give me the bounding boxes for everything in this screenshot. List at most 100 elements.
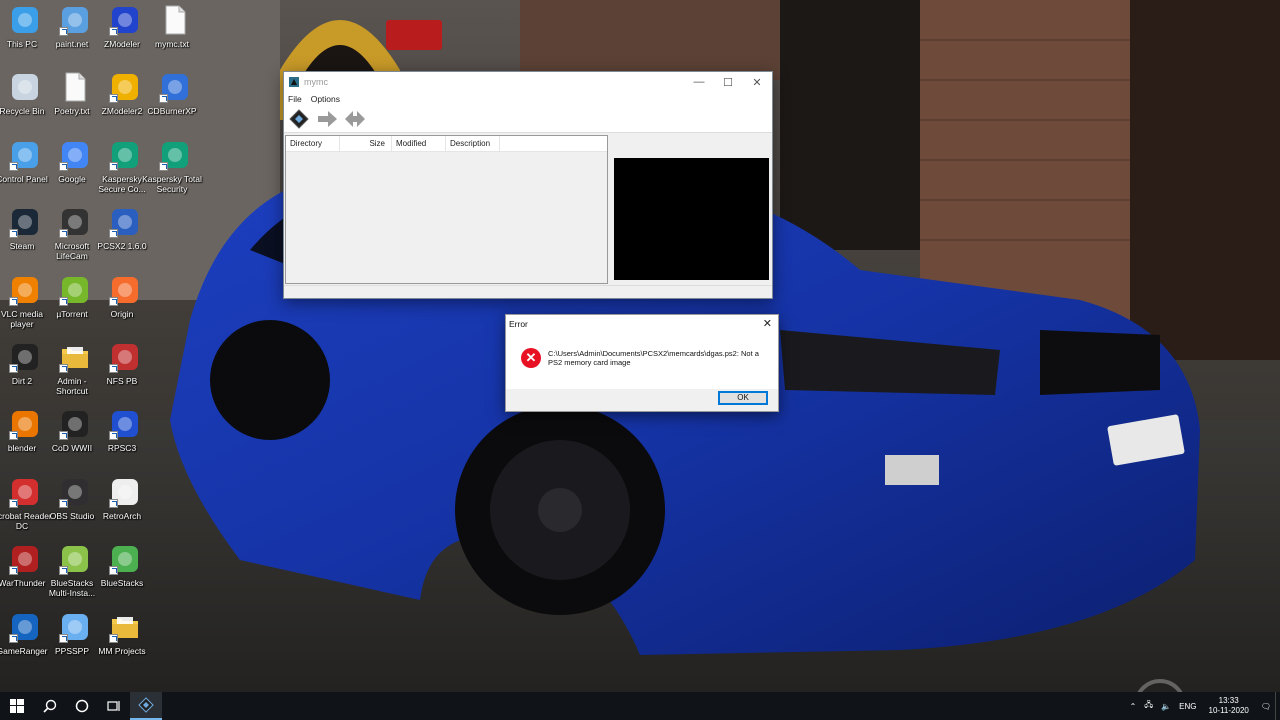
ppsspp-icon xyxy=(59,611,91,643)
desktop-icon[interactable]: CDBurnerXP xyxy=(147,67,200,131)
shortcut-arrow-icon xyxy=(109,566,118,575)
desktop-icon[interactable]: mymc.txt xyxy=(150,0,200,64)
shortcut-arrow-icon xyxy=(9,229,18,238)
cortana-button[interactable] xyxy=(66,692,98,720)
save-list[interactable]: Directory Size Modified Description xyxy=(285,135,608,284)
language-indicator[interactable]: ENG xyxy=(1179,702,1196,711)
volume-icon[interactable]: 🔈 xyxy=(1161,702,1171,711)
desktop-icon[interactable]: Control Panel xyxy=(0,135,50,199)
icon-preview-panel xyxy=(614,158,769,280)
desktop-icon[interactable]: MM Projects xyxy=(98,607,150,671)
mymc-toolbar xyxy=(284,106,772,133)
desktop-icon[interactable]: Kaspersky Total Security xyxy=(142,135,202,199)
import-button[interactable] xyxy=(315,108,339,130)
kaspersky-icon xyxy=(159,139,191,171)
clock-time: 13:33 xyxy=(1218,696,1239,705)
desktop-icon[interactable]: RetroArch xyxy=(100,472,150,536)
desktop-icon[interactable]: Admin - Shortcut xyxy=(50,337,100,401)
column-directory[interactable]: Directory xyxy=(286,136,340,151)
shortcut-arrow-icon xyxy=(109,499,118,508)
desktop-icon[interactable]: This PC xyxy=(0,0,50,64)
notification-icon[interactable]: 🗨 xyxy=(1261,702,1271,711)
shortcut-arrow-icon xyxy=(59,162,68,171)
desktop-icon[interactable]: blender xyxy=(0,404,50,468)
menu-options[interactable]: Options xyxy=(311,94,340,104)
desktop-icon[interactable]: ZModeler2 xyxy=(100,67,150,131)
shortcut-arrow-icon xyxy=(109,297,118,306)
dirt2-icon xyxy=(9,341,41,373)
taskbar-mymc-app[interactable] xyxy=(130,692,162,720)
shortcut-arrow-icon xyxy=(109,229,118,238)
column-modified[interactable]: Modified xyxy=(392,136,446,151)
desktop-icon[interactable]: NFS PB xyxy=(100,337,150,401)
desktop-icon-label: BlueStacks xyxy=(100,578,144,588)
error-dialog-titlebar[interactable]: Error ✕ xyxy=(506,315,778,333)
cod-icon xyxy=(59,408,91,440)
cortana-icon xyxy=(75,699,89,713)
desktop-icon-label: RetroArch xyxy=(102,511,142,521)
start-button[interactable] xyxy=(0,692,34,720)
search-button[interactable] xyxy=(34,692,66,720)
vlc-icon xyxy=(9,274,41,306)
recycle-bin-icon xyxy=(9,71,41,103)
minimize-button[interactable]: — xyxy=(684,72,714,92)
dialog-close-button[interactable]: ✕ xyxy=(763,317,772,330)
mymc-app-icon xyxy=(138,697,154,713)
search-icon xyxy=(43,699,57,713)
clock[interactable]: 13:33 10-11-2020 xyxy=(1209,696,1249,716)
desktop-icon[interactable]: Poetry.txt xyxy=(50,67,100,131)
desktop-icon[interactable]: ZModeler xyxy=(100,0,150,64)
ok-button[interactable]: OK xyxy=(718,391,768,405)
desktop-icon[interactable]: PCSX2 1.6.0 xyxy=(97,202,150,266)
pcsx2-icon xyxy=(109,206,141,238)
system-tray: ⌃ 🖧 🔈 ENG 13:33 10-11-2020 🗨 xyxy=(1126,692,1280,720)
shortcut-arrow-icon xyxy=(9,634,18,643)
task-view-button[interactable] xyxy=(98,692,130,720)
desktop-icon[interactable]: PPSSPP xyxy=(50,607,100,671)
desktop-icon[interactable]: BlueStacks xyxy=(100,539,150,603)
taskbar: ⌃ 🖧 🔈 ENG 13:33 10-11-2020 🗨 xyxy=(0,692,1280,720)
gameranger-icon xyxy=(9,611,41,643)
desktop-icon[interactable]: OBS Studio xyxy=(50,472,100,536)
mymc-title: mymc xyxy=(304,77,328,87)
computer-icon xyxy=(9,4,41,36)
desktop-icon[interactable]: VLC media player xyxy=(0,270,50,334)
shortcut-arrow-icon xyxy=(109,364,118,373)
column-size[interactable]: Size xyxy=(340,136,392,151)
desktop-icon[interactable]: Microsoft LifeCam xyxy=(50,202,100,266)
utorrent-icon xyxy=(59,274,91,306)
menu-file[interactable]: File xyxy=(288,94,302,104)
steam-icon xyxy=(9,206,41,238)
desktop-icon[interactable]: GameRanger xyxy=(0,607,50,671)
shortcut-arrow-icon xyxy=(59,634,68,643)
mymc-titlebar[interactable]: mymc — ☐ ✕ xyxy=(284,72,772,92)
desktop-icon-label: CDBurnerXP xyxy=(147,106,197,116)
desktop-icon[interactable]: BlueStacks Multi-Insta... xyxy=(49,539,100,603)
desktop-icon[interactable]: µTorrent xyxy=(50,270,100,334)
show-hidden-icons-button[interactable]: ⌃ xyxy=(1130,702,1137,711)
open-memory-card-button[interactable] xyxy=(287,108,311,130)
desktop-icon[interactable]: Recycle Bin xyxy=(0,67,50,131)
desktop-icon[interactable]: Acrobat Reader DC xyxy=(0,472,52,536)
shortcut-arrow-icon xyxy=(109,431,118,440)
zmodeler-icon xyxy=(109,4,141,36)
desktop-icon[interactable]: Origin xyxy=(100,270,150,334)
mymc-menubar: File Options xyxy=(284,92,772,106)
maximize-button[interactable]: ☐ xyxy=(713,72,743,92)
desktop-icon[interactable]: paint.net xyxy=(50,0,100,64)
shortcut-arrow-icon xyxy=(109,94,118,103)
desktop-icon[interactable]: RPSC3 xyxy=(100,404,150,468)
shortcut-arrow-icon xyxy=(9,297,18,306)
shortcut-arrow-icon xyxy=(109,634,118,643)
error-icon: ✕ xyxy=(521,348,541,368)
obs-icon xyxy=(59,476,91,508)
desktop-icon[interactable]: CoD WWII xyxy=(50,404,100,468)
export-button[interactable] xyxy=(343,108,367,130)
show-desktop-button[interactable] xyxy=(1275,692,1280,720)
close-button[interactable]: ✕ xyxy=(742,72,772,92)
desktop-icon-label: PCSX2 1.6.0 xyxy=(97,241,147,251)
origin-icon xyxy=(109,274,141,306)
network-icon[interactable]: 🖧 xyxy=(1144,699,1153,713)
minimize-icon: — xyxy=(693,76,705,88)
column-description[interactable]: Description xyxy=(446,136,500,151)
